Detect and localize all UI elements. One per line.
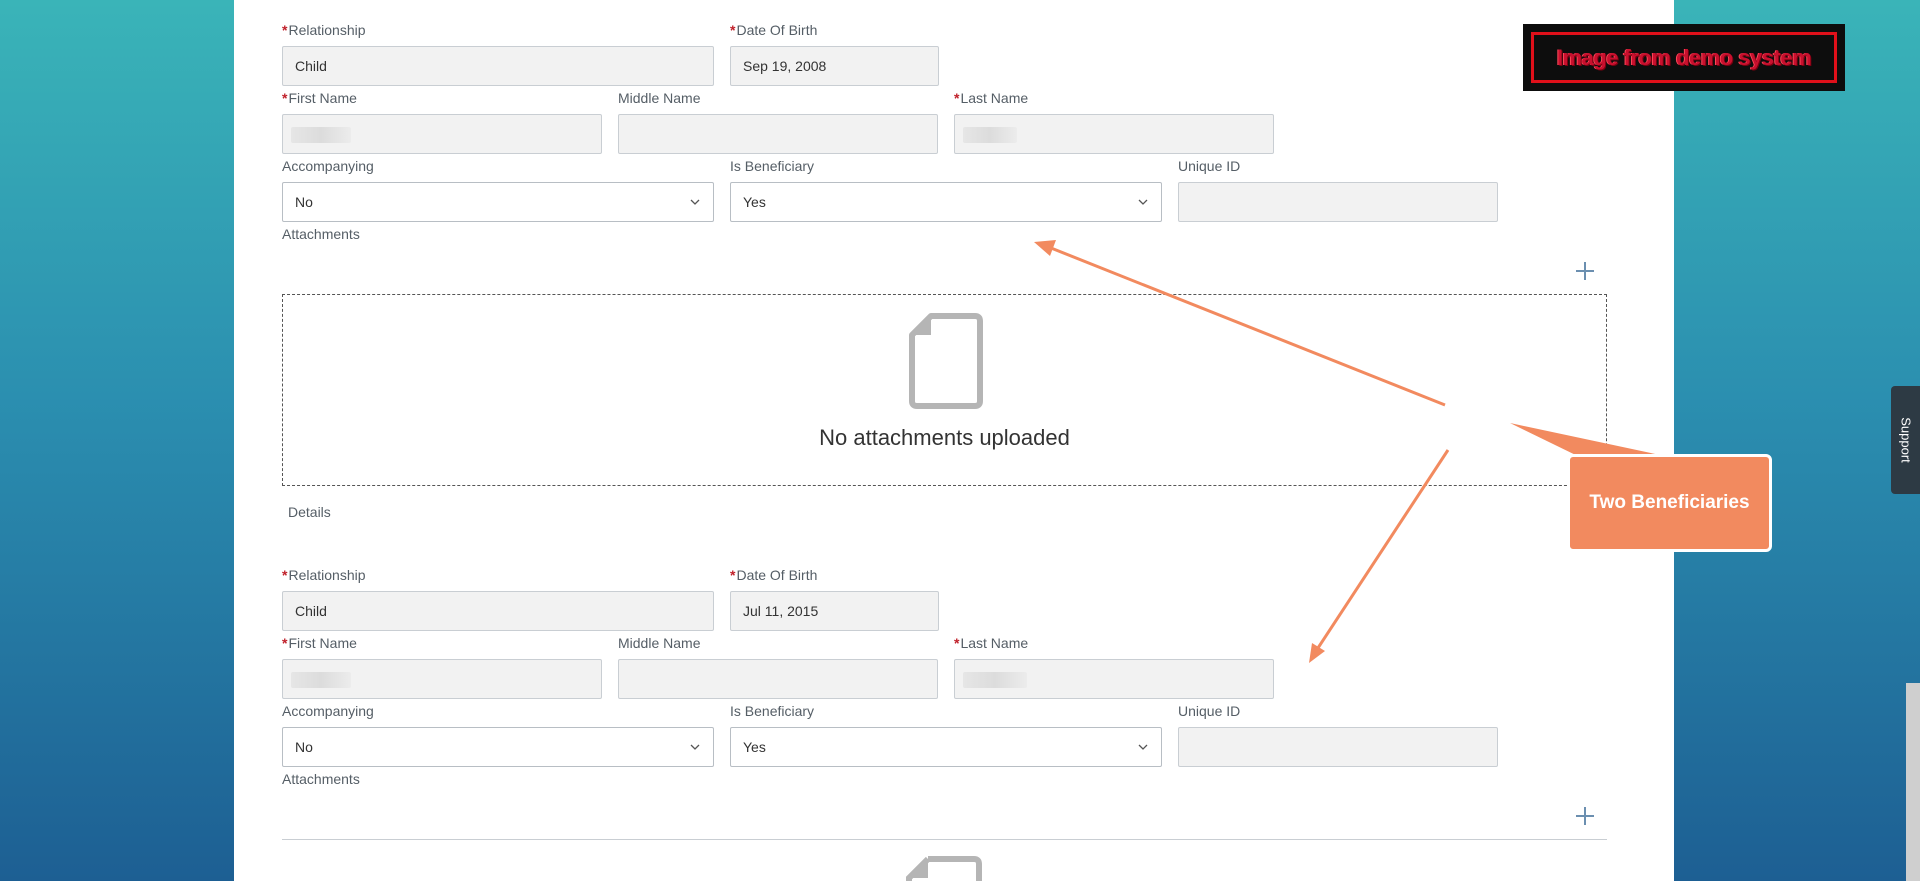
support-label: Support [1898, 417, 1913, 463]
scrollbar-thumb[interactable] [1906, 683, 1920, 881]
annotation-arrows [1034, 240, 1660, 663]
arrow-line-1 [1045, 244, 1446, 407]
arrow-head-2 [1309, 643, 1325, 663]
arrow-line-2 [1314, 449, 1450, 652]
two-beneficiaries-callout: Two Beneficiaries [1567, 454, 1772, 552]
arrow-head-1 [1034, 240, 1056, 256]
support-tab[interactable]: Support [1891, 386, 1920, 494]
